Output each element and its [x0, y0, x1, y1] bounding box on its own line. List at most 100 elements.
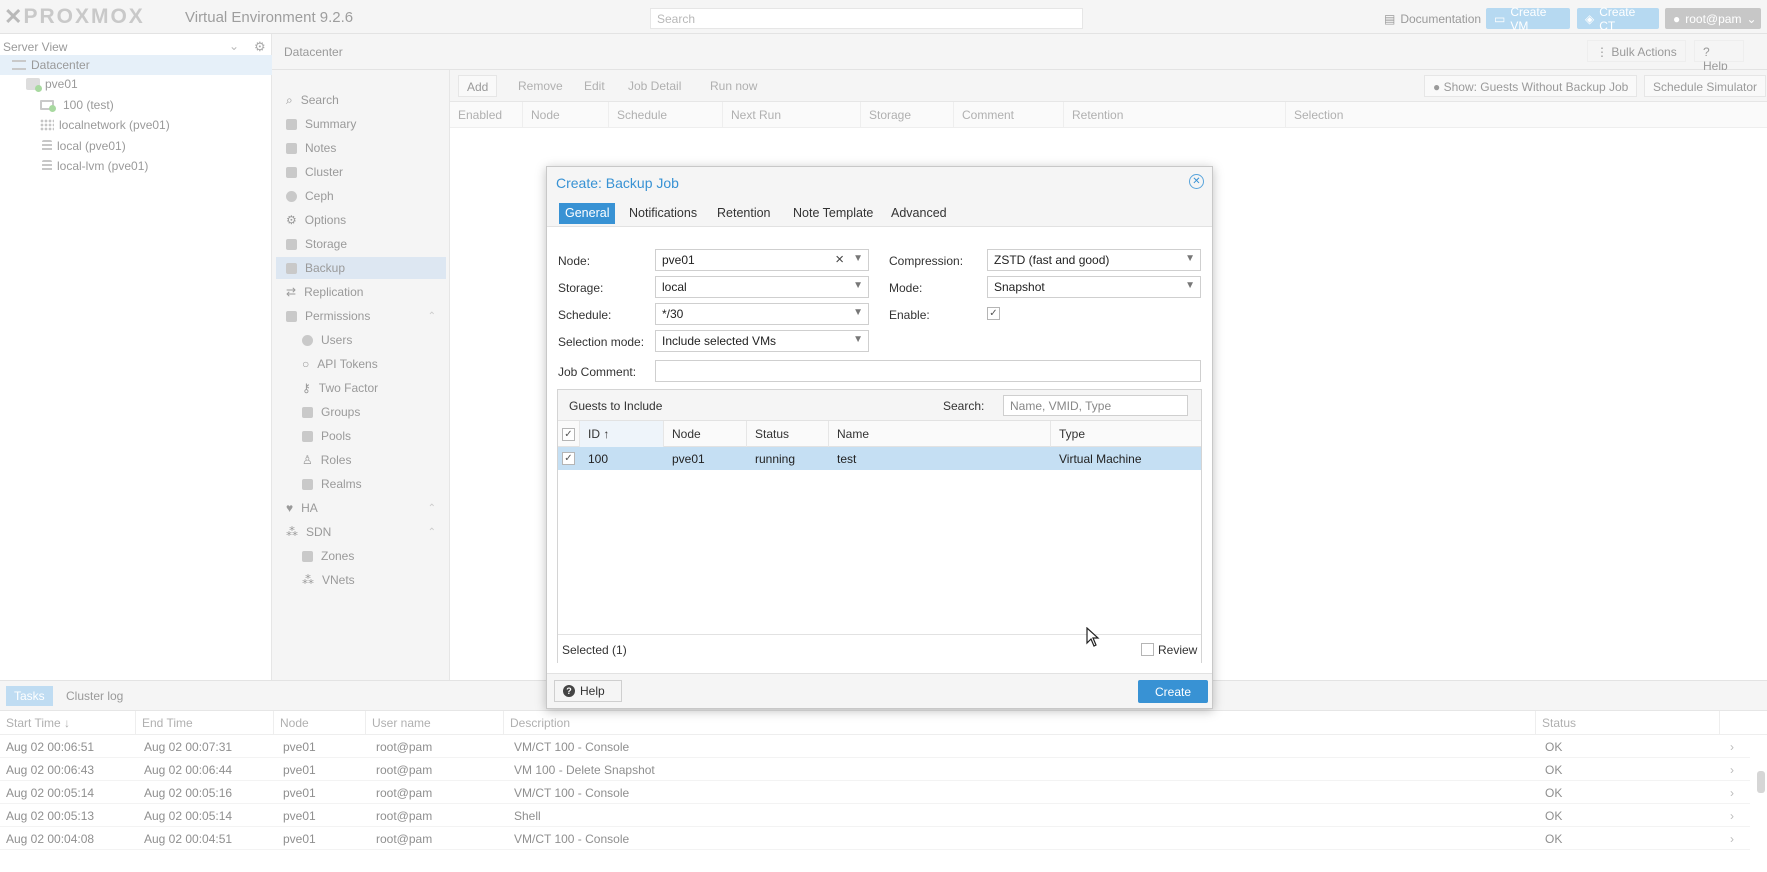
- menu-item-search[interactable]: ⌕ Search: [276, 89, 446, 111]
- tasks-scrollbar[interactable]: [1757, 741, 1765, 869]
- create-ct-button[interactable]: ◈ Create CT: [1577, 5, 1659, 33]
- chevron-right-icon[interactable]: ›: [1730, 832, 1734, 846]
- tab-tasks[interactable]: Tasks: [6, 686, 53, 706]
- help-button[interactable]: ? Help: [1694, 40, 1744, 73]
- column-header[interactable]: Selection: [1286, 102, 1767, 128]
- chevron-right-icon[interactable]: ›: [1730, 763, 1734, 777]
- review-checkbox[interactable]: [1141, 643, 1154, 656]
- chevron-down-icon[interactable]: ▼: [1185, 280, 1195, 291]
- compression-select[interactable]: ZSTD (fast and good) ▼: [987, 249, 1201, 271]
- menu-item-pools[interactable]: Pools: [276, 425, 446, 447]
- tab-cluster-log[interactable]: Cluster log: [58, 686, 131, 706]
- column-header[interactable]: Status: [1536, 711, 1720, 735]
- bulk-actions-button[interactable]: ⋮ Bulk Actions: [1587, 40, 1686, 62]
- run-now-button[interactable]: Run now: [702, 75, 765, 97]
- menu-item-two-factor[interactable]: ⚷ Two Factor: [276, 377, 446, 399]
- table-row[interactable]: Aug 02 00:05:14 Aug 02 00:05:16 pve01 root@…: [0, 781, 1750, 804]
- column-header[interactable]: Description: [504, 711, 1536, 735]
- chevron-right-icon[interactable]: ›: [1730, 786, 1734, 800]
- create-vm-button[interactable]: ▭ Create VM: [1486, 5, 1570, 33]
- tab-retention[interactable]: Retention: [711, 203, 777, 224]
- schedule-combobox[interactable]: */30 ▼: [655, 303, 869, 325]
- column-header-status[interactable]: Status: [747, 421, 829, 447]
- tab-notifications[interactable]: Notifications: [623, 203, 703, 224]
- node-select[interactable]: pve01 × ▼: [655, 249, 869, 271]
- remove-button[interactable]: Remove: [510, 75, 571, 97]
- create-button[interactable]: Create: [1138, 680, 1208, 703]
- chevron-right-icon[interactable]: ›: [1730, 740, 1734, 754]
- schedule-simulator-button[interactable]: Schedule Simulator: [1644, 75, 1767, 97]
- edit-button[interactable]: Edit: [576, 75, 613, 97]
- column-header[interactable]: Node: [274, 711, 366, 735]
- guests-search-input[interactable]: Name, VMID, Type: [1003, 395, 1188, 416]
- tree-item-storage-lvm[interactable]: local-lvm (pve01): [42, 156, 148, 176]
- selection-mode-select[interactable]: Include selected VMs ▼: [655, 330, 869, 352]
- clear-icon[interactable]: ×: [835, 251, 844, 268]
- column-header[interactable]: Start Time ↓: [0, 711, 136, 735]
- enable-checkbox[interactable]: ✓: [987, 307, 1000, 320]
- show-guests-without-backup-button[interactable]: ● Show: Guests Without Backup Job: [1424, 75, 1638, 97]
- tree-item-network[interactable]: localnetwork (pve01): [40, 115, 170, 135]
- column-header-node[interactable]: Node: [664, 421, 747, 447]
- documentation-button[interactable]: ▤ Documentation: [1376, 8, 1489, 29]
- column-header[interactable]: Retention: [1064, 102, 1286, 128]
- column-header[interactable]: Node: [523, 102, 609, 128]
- row-checkbox[interactable]: ✓: [562, 452, 575, 465]
- column-header-id[interactable]: ID ↑: [580, 421, 664, 447]
- column-header[interactable]: Storage: [861, 102, 954, 128]
- menu-item-ha[interactable]: ♥ HA ⌃: [276, 497, 446, 519]
- chevron-down-icon[interactable]: ▼: [853, 307, 863, 318]
- help-button[interactable]: ? Help: [554, 680, 622, 702]
- column-header-type[interactable]: Type: [1051, 421, 1201, 447]
- select-all-column[interactable]: ✓: [558, 421, 580, 447]
- column-header[interactable]: Comment: [954, 102, 1064, 128]
- menu-item-roles[interactable]: ♙ Roles: [276, 449, 446, 471]
- table-row[interactable]: ✓ 100 pve01 running test Virtual Machine: [558, 447, 1201, 470]
- menu-item-summary[interactable]: Summary: [276, 113, 446, 135]
- menu-item-notes[interactable]: Notes: [276, 137, 446, 159]
- tab-note-template[interactable]: Note Template: [787, 203, 879, 224]
- chevron-down-icon[interactable]: ▼: [853, 334, 863, 345]
- gear-icon[interactable]: ⚙: [254, 39, 266, 55]
- menu-item-zones[interactable]: Zones: [276, 545, 446, 567]
- column-header[interactable]: Schedule: [609, 102, 723, 128]
- add-button[interactable]: Add: [458, 75, 498, 97]
- menu-item-cluster[interactable]: Cluster: [276, 161, 446, 183]
- chevron-right-icon[interactable]: ›: [1730, 809, 1734, 823]
- tree-item-vm[interactable]: 100 (test): [40, 95, 114, 115]
- menu-item-permissions[interactable]: Permissions ⌃: [276, 305, 446, 327]
- scrollbar-thumb[interactable]: [1757, 771, 1765, 793]
- menu-item-users[interactable]: Users: [276, 329, 446, 351]
- table-row[interactable]: Aug 02 00:05:13 Aug 02 00:05:14 pve01 root@…: [0, 804, 1750, 827]
- column-header[interactable]: End Time: [136, 711, 274, 735]
- menu-item-ceph[interactable]: Ceph: [276, 185, 446, 207]
- menu-item-groups[interactable]: Groups: [276, 401, 446, 423]
- menu-item-sdn[interactable]: ⁂ SDN ⌃: [276, 521, 446, 543]
- column-header[interactable]: Next Run: [723, 102, 861, 128]
- column-header[interactable]: Enabled: [450, 102, 523, 128]
- menu-item-api-tokens[interactable]: ○ API Tokens: [276, 353, 446, 375]
- mode-select[interactable]: Snapshot ▼: [987, 276, 1201, 298]
- close-icon[interactable]: ✕: [1189, 174, 1204, 189]
- tree-item-node[interactable]: pve01: [26, 74, 78, 94]
- menu-item-backup[interactable]: Backup: [276, 257, 446, 279]
- chevron-down-icon[interactable]: ▼: [853, 280, 863, 291]
- tab-general[interactable]: General: [559, 203, 616, 224]
- global-search-input[interactable]: Search: [650, 8, 1083, 29]
- job-comment-input[interactable]: [655, 360, 1201, 382]
- proxmox-logo[interactable]: ✕ PROXMOX: [4, 4, 145, 29]
- tree-item-datacenter[interactable]: Datacenter: [0, 55, 272, 75]
- table-row[interactable]: Aug 02 00:06:51 Aug 02 00:07:31 pve01 root@…: [0, 735, 1750, 758]
- column-header-name[interactable]: Name: [829, 421, 1051, 447]
- menu-item-storage[interactable]: Storage: [276, 233, 446, 255]
- menu-item-realms[interactable]: Realms: [276, 473, 446, 495]
- tree-item-storage-local[interactable]: local (pve01): [42, 136, 126, 156]
- menu-item-options[interactable]: ⚙ Options: [276, 209, 446, 231]
- chevron-down-icon[interactable]: ▼: [853, 253, 863, 264]
- column-header[interactable]: User name: [366, 711, 504, 735]
- table-row[interactable]: Aug 02 00:04:08 Aug 02 00:04:51 pve01 root@…: [0, 827, 1750, 850]
- menu-item-replication[interactable]: ⇄ Replication: [276, 281, 446, 303]
- user-menu-button[interactable]: ● root@pam ⌄: [1665, 8, 1761, 29]
- menu-item-vnets[interactable]: ⁂ VNets: [276, 569, 446, 591]
- table-row[interactable]: Aug 02 00:06:43 Aug 02 00:06:44 pve01 root@…: [0, 758, 1750, 781]
